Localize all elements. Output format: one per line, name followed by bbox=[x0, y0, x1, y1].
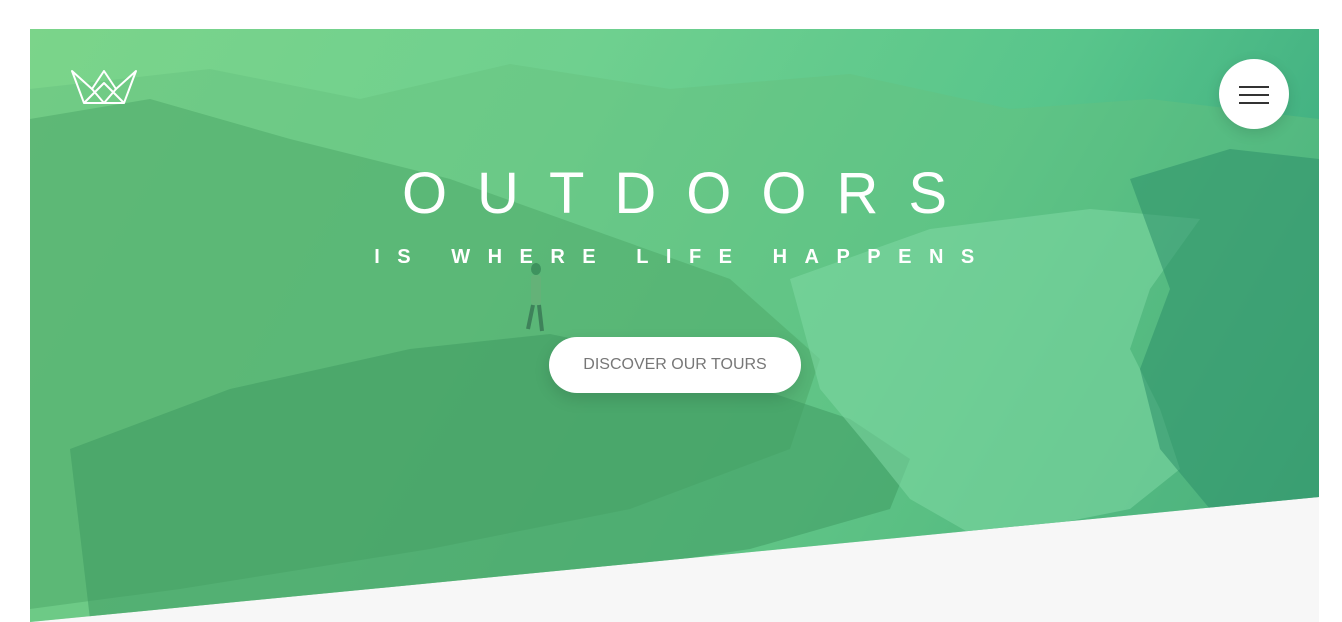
crown-logo-icon bbox=[71, 70, 137, 104]
page: OUTDOORS IS WHERE LIFE HAPPENS DISCOVER … bbox=[30, 29, 1319, 622]
hero-title: OUTDOORS bbox=[401, 161, 978, 226]
discover-tours-button[interactable]: DISCOVER OUR TOURS bbox=[549, 337, 801, 393]
hamburger-menu-button[interactable] bbox=[1219, 59, 1289, 129]
hero-section: OUTDOORS IS WHERE LIFE HAPPENS DISCOVER … bbox=[30, 29, 1319, 622]
hero-subtitle: IS WHERE LIFE HAPPENS bbox=[374, 246, 992, 268]
hero-heading: OUTDOORS IS WHERE LIFE HAPPENS bbox=[30, 159, 1319, 271]
crown-logo[interactable] bbox=[70, 69, 138, 105]
hero-background-image bbox=[30, 64, 1319, 622]
